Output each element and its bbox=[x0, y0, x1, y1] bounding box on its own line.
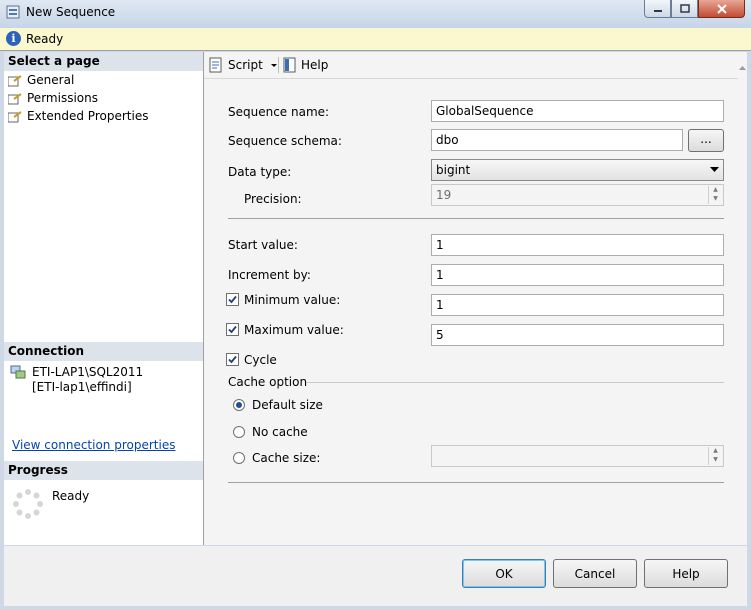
connection-server: ETI-LAP1\SQL2011 bbox=[32, 365, 144, 379]
sequence-schema-input[interactable]: dbo bbox=[431, 129, 683, 151]
maximize-icon bbox=[679, 3, 690, 13]
minimize-icon bbox=[653, 9, 662, 12]
script-label: Script bbox=[228, 58, 263, 72]
connection-user: [ETI-lap1\effindi] bbox=[32, 380, 132, 394]
divider bbox=[228, 218, 724, 219]
precision-input: 19 ▲ ▼ bbox=[431, 184, 724, 206]
increment-by-input[interactable]: 1 bbox=[431, 264, 724, 286]
status-text: Ready bbox=[26, 32, 64, 46]
default-size-radio[interactable] bbox=[233, 399, 245, 411]
help-label: Help bbox=[301, 58, 329, 72]
checkmark-icon bbox=[228, 325, 237, 334]
info-icon: i bbox=[6, 31, 21, 46]
close-button[interactable] bbox=[698, 0, 745, 18]
no-cache-label: No cache bbox=[252, 425, 308, 439]
data-type-select[interactable]: bigint bbox=[431, 159, 724, 181]
cancel-button[interactable]: Cancel bbox=[553, 559, 637, 588]
page-item-permissions[interactable]: Permissions bbox=[8, 90, 98, 107]
select-page-header: Select a page bbox=[4, 52, 203, 71]
help-button[interactable]: Help bbox=[644, 559, 728, 588]
radio-selected-dot bbox=[236, 402, 242, 408]
view-connection-properties-link[interactable]: View connection properties bbox=[12, 438, 175, 452]
precision-label: Precision: bbox=[244, 192, 302, 206]
help-toolbar-button[interactable]: Help bbox=[282, 56, 328, 74]
cache-size-spinner: ▲ ▼ bbox=[708, 447, 722, 465]
maximum-value-label: Maximum value: bbox=[244, 323, 344, 337]
sequence-app-icon bbox=[6, 5, 20, 19]
status-info-bar: i Ready bbox=[0, 28, 751, 51]
divider bbox=[228, 482, 724, 483]
start-value-label: Start value: bbox=[228, 238, 298, 252]
cache-option-divider bbox=[306, 382, 724, 383]
minimum-value-label: Minimum value: bbox=[244, 293, 341, 307]
progress-spinner-icon bbox=[13, 489, 43, 519]
progress-status: Ready bbox=[52, 489, 90, 503]
cache-size-input: ▲ ▼ bbox=[431, 445, 724, 467]
data-type-value: bigint bbox=[436, 163, 471, 177]
default-size-label: Default size bbox=[252, 398, 323, 412]
cache-option-label: Cache option bbox=[228, 375, 308, 389]
cycle-label: Cycle bbox=[244, 353, 277, 367]
scroll-up-icon bbox=[739, 66, 746, 70]
server-connection-icon bbox=[10, 365, 26, 379]
dialog-button-bar: OK Cancel Help bbox=[4, 546, 747, 606]
checkmark-icon bbox=[228, 355, 237, 364]
minimum-value-input[interactable]: 1 bbox=[431, 294, 724, 316]
maximum-value-checkbox[interactable] bbox=[226, 323, 239, 336]
title-bar: New Sequence bbox=[0, 0, 751, 28]
progress-header: Progress bbox=[4, 461, 203, 480]
checkmark-icon bbox=[228, 295, 237, 304]
connection-header: Connection bbox=[4, 342, 203, 361]
cache-size-label: Cache size: bbox=[252, 451, 321, 465]
cycle-checkbox[interactable] bbox=[226, 353, 239, 366]
script-button[interactable]: Script bbox=[208, 56, 279, 74]
data-type-label: Data type: bbox=[228, 165, 292, 179]
precision-spinner: ▲ ▼ bbox=[708, 186, 722, 204]
maximize-button[interactable] bbox=[671, 0, 698, 18]
page-item-label: General bbox=[27, 73, 75, 87]
page-item-label: Permissions bbox=[27, 91, 98, 105]
precision-value: 19 bbox=[436, 188, 452, 202]
close-icon bbox=[716, 3, 727, 14]
minimize-button[interactable] bbox=[644, 0, 671, 18]
page-wrench-icon bbox=[8, 110, 22, 122]
browse-schema-button[interactable]: ... bbox=[688, 129, 724, 152]
sequence-name-input[interactable]: GlobalSequence bbox=[431, 100, 724, 122]
general-page: Script Help Sequence name: GlobalSequenc… bbox=[204, 52, 747, 545]
sequence-name-label: Sequence name: bbox=[228, 105, 330, 119]
script-icon bbox=[209, 57, 222, 73]
window-title: New Sequence bbox=[26, 5, 116, 19]
toolbar-separator bbox=[278, 57, 279, 73]
page-item-general[interactable]: General bbox=[8, 72, 75, 89]
page-item-label: Extended Properties bbox=[27, 109, 149, 123]
no-cache-radio[interactable] bbox=[233, 426, 245, 438]
vertical-scrollbar[interactable] bbox=[738, 52, 747, 545]
page-wrench-icon bbox=[8, 74, 22, 86]
minimum-value-checkbox[interactable] bbox=[226, 293, 239, 306]
increment-by-label: Increment by: bbox=[228, 268, 311, 282]
ok-button[interactable]: OK bbox=[462, 559, 546, 588]
start-value-input[interactable]: 1 bbox=[431, 234, 724, 256]
chevron-down-icon bbox=[710, 167, 719, 172]
cache-size-radio[interactable] bbox=[233, 452, 245, 464]
page-item-extended-properties[interactable]: Extended Properties bbox=[8, 108, 148, 125]
help-book-icon bbox=[283, 57, 296, 73]
toolbar: Script Help bbox=[204, 52, 747, 79]
maximum-value-input[interactable]: 5 bbox=[431, 324, 724, 346]
page-wrench-icon bbox=[8, 92, 22, 104]
left-pane: Select a page General Permissions Extend… bbox=[4, 52, 204, 545]
sequence-schema-label: Sequence schema: bbox=[228, 134, 342, 148]
